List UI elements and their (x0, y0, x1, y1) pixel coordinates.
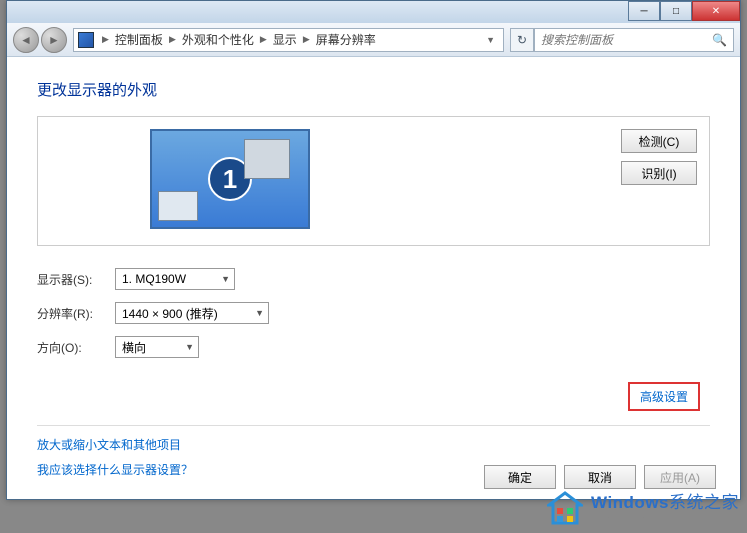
minimize-button[interactable]: ─ (628, 1, 660, 21)
watermark-url: www.bjjmlv.com (591, 513, 739, 524)
refresh-button[interactable]: ↻ (510, 28, 534, 52)
search-icon: 🔍 (712, 33, 727, 47)
resolution-label: 分辨率(R): (37, 305, 115, 322)
orientation-value: 横向 (122, 339, 146, 356)
chevron-down-icon: ▼ (255, 308, 264, 318)
page-title: 更改显示器的外观 (37, 79, 710, 100)
navigation-bar: ◄ ► ▶ 控制面板 ▶ 外观和个性化 ▶ 显示 ▶ 屏幕分辨率 ▼ ↻ 🔍 (7, 23, 740, 57)
advanced-settings-link[interactable]: 高级设置 (628, 382, 700, 411)
resolution-value: 1440 × 900 (推荐) (122, 305, 218, 322)
resolution-combobox[interactable]: 1440 × 900 (推荐) ▼ (115, 302, 269, 324)
display-combobox[interactable]: 1. MQ190W ▼ (115, 268, 235, 290)
orientation-combobox[interactable]: 横向 ▼ (115, 336, 199, 358)
search-box[interactable]: 🔍 (534, 28, 734, 52)
identify-button[interactable]: 识别(I) (621, 161, 697, 185)
search-input[interactable] (541, 33, 712, 47)
breadcrumb-item[interactable]: 显示 (269, 31, 301, 48)
window-controls: ─ □ ✕ (628, 1, 740, 21)
monitor-thumbnail[interactable]: 1 (150, 129, 310, 229)
breadcrumb-item[interactable]: 屏幕分辨率 (312, 31, 380, 48)
detect-button[interactable]: 检测(C) (621, 129, 697, 153)
watermark: Windows系统之家 www.bjjmlv.com (547, 491, 739, 527)
chevron-down-icon: ▼ (185, 342, 194, 352)
chevron-right-icon: ▶ (100, 34, 111, 45)
control-panel-icon (78, 32, 94, 48)
watermark-logo-icon (547, 491, 583, 527)
maximize-button[interactable]: □ (660, 1, 692, 21)
titlebar: ─ □ ✕ (7, 1, 740, 23)
desktop-thumb-left (158, 191, 198, 221)
orientation-label: 方向(O): (37, 339, 115, 356)
monitor-preview-box: 1 检测(C) 识别(I) (37, 116, 710, 246)
back-button[interactable]: ◄ (13, 27, 39, 53)
breadcrumb-item[interactable]: 外观和个性化 (178, 31, 258, 48)
text-size-link[interactable]: 放大或缩小文本和其他项目 (37, 436, 710, 453)
chevron-down-icon: ▼ (221, 274, 230, 284)
chevron-right-icon: ▶ (301, 34, 312, 45)
cancel-button[interactable]: 取消 (564, 465, 636, 489)
dialog-buttons: 确定 取消 应用(A) (484, 465, 716, 489)
content-area: 更改显示器的外观 1 检测(C) 识别(I) 显示器(S): 1. MQ190W… (7, 57, 740, 499)
display-label: 显示器(S): (37, 271, 115, 288)
ok-button[interactable]: 确定 (484, 465, 556, 489)
apply-button[interactable]: 应用(A) (644, 465, 716, 489)
watermark-title: Windows系统之家 (591, 494, 739, 513)
divider (37, 425, 710, 426)
close-button[interactable]: ✕ (692, 1, 740, 21)
display-value: 1. MQ190W (122, 272, 186, 286)
address-dropdown-icon[interactable]: ▼ (482, 35, 499, 45)
breadcrumb-item[interactable]: 控制面板 (111, 31, 167, 48)
address-bar[interactable]: ▶ 控制面板 ▶ 外观和个性化 ▶ 显示 ▶ 屏幕分辨率 ▼ (73, 28, 504, 52)
chevron-right-icon: ▶ (167, 34, 178, 45)
control-panel-window: ─ □ ✕ ◄ ► ▶ 控制面板 ▶ 外观和个性化 ▶ 显示 ▶ 屏幕分辨率 ▼… (6, 0, 741, 500)
forward-button[interactable]: ► (41, 27, 67, 53)
desktop-thumb-right (244, 139, 290, 179)
chevron-right-icon: ▶ (258, 34, 269, 45)
